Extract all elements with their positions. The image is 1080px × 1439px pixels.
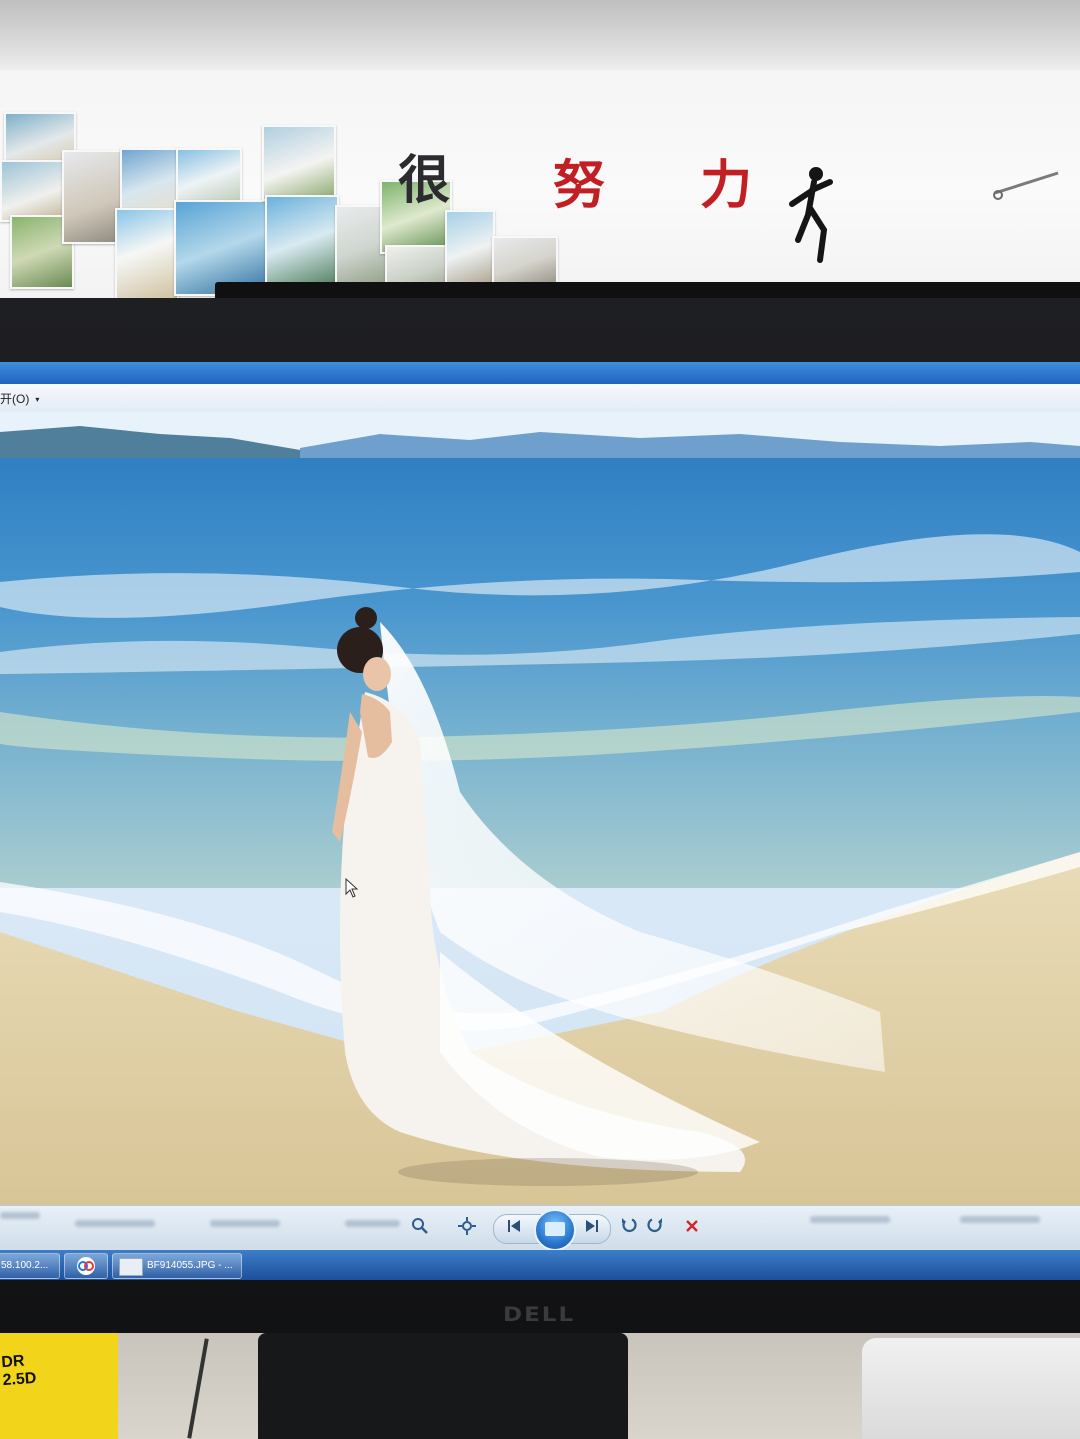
wall-hook <box>993 171 1059 200</box>
taskbar-item-remote-desktop[interactable]: 58.100.2... <box>0 1253 60 1279</box>
wall-photo <box>176 148 242 208</box>
wall-photo <box>120 148 182 214</box>
beach-wedding-photo <box>0 412 1080 1205</box>
blurred-text <box>345 1220 400 1227</box>
next-icon <box>586 1220 598 1232</box>
delete-button[interactable] <box>680 1216 704 1240</box>
wall-photo <box>265 195 339 289</box>
mouse-pointer-icon <box>345 878 359 898</box>
taskbar-item-label: 58.100.2... <box>1 1260 49 1271</box>
wall-slogan-char: 很 <box>398 150 451 211</box>
window-titlebar <box>0 362 1080 384</box>
taskbar: 58.100.2... BF914055.JPG - ... <box>0 1250 1080 1280</box>
zoom-button[interactable] <box>408 1216 432 1240</box>
rotate-counterclockwise-button[interactable] <box>617 1216 641 1240</box>
wall-photo <box>445 210 495 284</box>
chevron-down-icon: ▾ <box>35 395 40 405</box>
monitor-screen: 开(O) ▾ 58.100.2... BF914055.JPG - ... <box>0 362 1080 1280</box>
yellow-book: DR 2.5D <box>0 1333 118 1439</box>
wall-slogan-char: 力 <box>700 155 753 216</box>
wall-photo <box>115 208 179 300</box>
wall-photo <box>262 125 336 201</box>
wall-figure-decoration <box>789 167 833 263</box>
magnifier-icon <box>412 1218 428 1234</box>
viewer-controlbar <box>0 1205 1080 1251</box>
blurred-text <box>75 1220 155 1227</box>
rotate-counterclockwise-icon <box>622 1218 637 1233</box>
wall-slogan-char: 努 <box>553 155 606 216</box>
rotate-clockwise-button[interactable] <box>643 1216 667 1240</box>
taskbar-item-cloud-drive[interactable] <box>64 1253 108 1279</box>
taskbar-item-photo-viewer[interactable]: BF914055.JPG - ... <box>112 1253 242 1279</box>
slideshow-icon <box>545 1222 565 1236</box>
blurred-text <box>960 1216 1040 1223</box>
cloud-drive-icon <box>77 1257 95 1275</box>
wall-photo <box>492 236 558 286</box>
navigation-group <box>493 1209 611 1251</box>
monitor-brand-logo: DELL <box>503 1303 576 1327</box>
open-menu[interactable]: 开(O) ▾ <box>0 390 39 407</box>
previous-button[interactable] <box>502 1217 526 1241</box>
wall-photo-collage <box>0 0 560 300</box>
wall-photo <box>0 160 64 222</box>
viewer-menubar: 开(O) ▾ <box>0 384 1080 413</box>
actual-size-button[interactable] <box>455 1216 479 1240</box>
delete-icon <box>686 1220 698 1232</box>
taskbar-item-label: BF914055.JPG - ... <box>147 1260 233 1271</box>
blurred-text <box>810 1216 890 1223</box>
photo-viewer-icon <box>119 1258 143 1276</box>
previous-icon <box>508 1220 520 1232</box>
slideshow-button[interactable] <box>534 1209 576 1251</box>
rotate-clockwise-icon <box>647 1218 662 1233</box>
blurred-text <box>210 1220 280 1227</box>
blurred-text <box>0 1212 40 1219</box>
book-cover-text: DR 2.5D <box>0 1352 37 1390</box>
monitor-stand <box>258 1333 628 1439</box>
plastic-tray <box>862 1338 1080 1439</box>
open-menu-label: 开(O) <box>0 392 30 406</box>
actual-size-icon <box>458 1217 476 1235</box>
next-button[interactable] <box>580 1217 604 1241</box>
